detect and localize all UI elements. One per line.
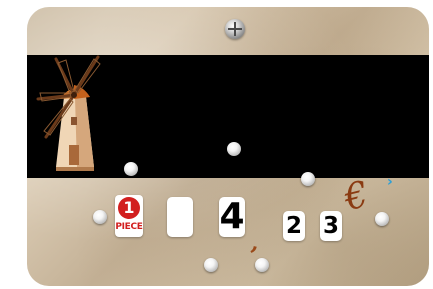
price-digit-1	[167, 197, 193, 237]
coin-number: 1	[118, 197, 140, 219]
screw-icon	[255, 258, 269, 272]
price-digit-3: 2	[283, 211, 305, 241]
price-digit-4: 3	[320, 211, 342, 241]
decimal-separator: ,	[249, 229, 263, 257]
currency-symbol: €	[340, 173, 373, 220]
screw-icon	[227, 142, 241, 156]
vending-panel: 1 PIECE 4 , 2 3 € ›	[27, 7, 429, 286]
display-band	[27, 55, 429, 178]
coin-slot-badge[interactable]: 1 PIECE	[115, 195, 143, 237]
coin-label: PIECE	[115, 222, 143, 232]
price-digit-2: 4	[219, 196, 245, 237]
screw-icon	[93, 210, 107, 224]
windmill-icon	[36, 55, 101, 171]
top-screw-icon	[225, 19, 245, 39]
chevron-right-icon[interactable]: ›	[387, 175, 393, 189]
screw-icon	[375, 212, 389, 226]
screw-icon	[301, 172, 315, 186]
screw-icon	[204, 258, 218, 272]
screw-icon	[124, 162, 138, 176]
